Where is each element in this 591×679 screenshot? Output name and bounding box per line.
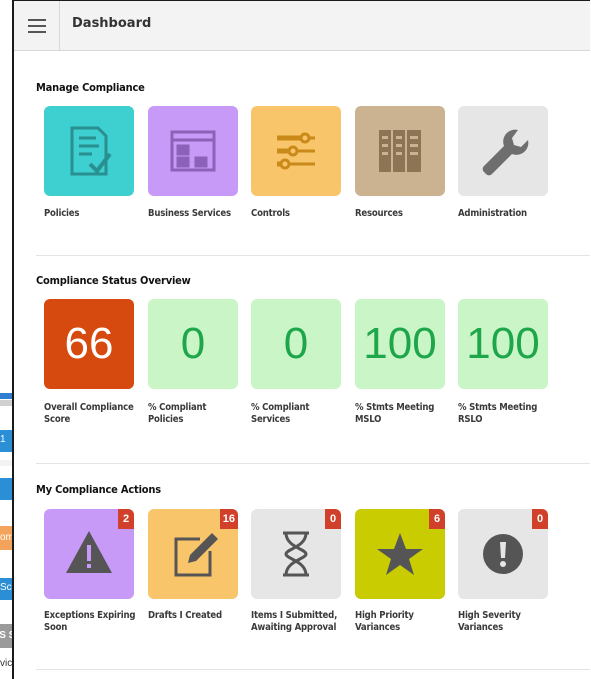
tile-label: % Stmts Meeting MSLO [355,402,435,425]
tile-label: Drafts I Created [148,610,222,621]
tile-compliant-services[interactable]: 0 [251,299,341,389]
browser-window-icon [170,130,216,172]
tile-label: Items I Submitted, Awaiting Approval [251,610,338,633]
tile-drafts-i-created[interactable]: 16 [148,509,238,599]
metric-value: 0 [180,319,206,368]
dashboard-window: Dashboard Manage Compliance Policies Bus… [12,0,590,679]
tile-label: Administration [458,208,527,219]
tile-administration[interactable] [458,106,548,196]
count-badge: 2 [118,509,134,529]
tile-label: Controls [251,208,290,219]
section-divider [36,669,590,670]
server-racks-icon [379,130,421,172]
tile-resources[interactable] [355,106,445,196]
section-divider [36,463,590,464]
metric-value: 100 [363,319,437,368]
tile-label: Business Services [148,208,231,219]
tile-stmts-meeting-mslo[interactable]: 100 [355,299,445,389]
tile-label: Overall Compliance Score [44,402,134,425]
header-bar: Dashboard [14,1,590,51]
metric-value: 66 [64,319,114,368]
tile-label: Resources [355,208,403,219]
policy-document-icon [70,126,112,176]
wrench-icon [482,129,529,176]
count-badge: 0 [532,509,548,529]
tile-high-severity-variances[interactable]: 0 [458,509,548,599]
tile-business-services[interactable] [148,106,238,196]
sliders-icon [277,132,315,170]
hamburger-icon [28,31,46,33]
metric-value: 0 [283,319,309,368]
tile-stmts-meeting-rslo[interactable]: 100 [458,299,548,389]
section-title-manage: Manage Compliance [36,81,145,94]
tile-label: % Compliant Policies [148,402,207,425]
hamburger-icon [28,19,46,21]
page-title: Dashboard [72,16,152,31]
tile-label: High Severity Variances [458,610,521,633]
tile-label: % Compliant Services [251,402,310,425]
section-divider [36,255,590,256]
count-badge: 6 [429,509,445,529]
tile-label: Exceptions Expiring Soon [44,610,136,633]
section-title-status: Compliance Status Overview [36,274,191,287]
tile-exceptions-expiring-soon[interactable]: 2 [44,509,134,599]
hamburger-menu-button[interactable] [14,1,60,50]
tile-items-awaiting-approval[interactable]: 0 [251,509,341,599]
tile-policies[interactable] [44,106,134,196]
count-badge: 16 [219,509,238,529]
section-title-actions: My Compliance Actions [36,483,161,496]
tile-compliant-policies[interactable]: 0 [148,299,238,389]
hamburger-icon [28,25,46,27]
tile-high-priority-variances[interactable]: 6 [355,509,445,599]
count-badge: 0 [325,509,341,529]
metric-value: 100 [466,319,540,368]
tile-label: High Priority Variances [355,610,414,633]
tile-label: Policies [44,208,80,219]
tile-label: % Stmts Meeting RSLO [458,402,538,425]
tile-overall-compliance-score[interactable]: 66 [44,299,134,389]
tile-controls[interactable] [251,106,341,196]
